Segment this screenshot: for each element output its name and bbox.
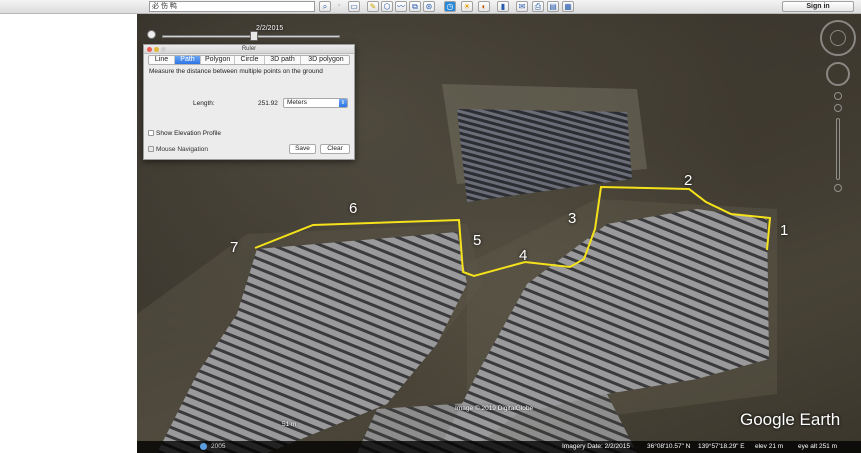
print-icon[interactable]: ⎙ [532, 1, 544, 12]
length-label: Length: [193, 100, 215, 107]
timeline-slider-thumb[interactable] [250, 31, 258, 41]
zoom-slider[interactable] [836, 118, 840, 180]
scale-bar-label: 51 m [282, 421, 297, 428]
path-label-1: 1 [780, 222, 789, 239]
tab-polygon[interactable]: Polygon [201, 56, 235, 64]
historical-year: 2005 [200, 441, 225, 453]
google-earth-logo: Google Earth [740, 410, 841, 429]
tab-line[interactable]: Line [149, 56, 175, 64]
search-icon[interactable]: ⌕ [319, 1, 331, 12]
mouse-navigation-checkbox[interactable] [148, 146, 154, 153]
street-view-icon[interactable] [834, 92, 842, 100]
save-button[interactable]: Save [289, 144, 316, 154]
unit-select-value: Meters [287, 99, 307, 106]
zoom-in-icon[interactable] [834, 104, 842, 112]
mouse-navigation-label: Mouse Navigation [156, 146, 209, 153]
close-icon[interactable] [147, 47, 152, 52]
longitude: 139°57'18.29" E [698, 443, 745, 450]
mouse-navigation-row[interactable]: Mouse Navigation [148, 146, 208, 153]
sidebar-icon[interactable]: ▭ [348, 1, 360, 12]
sun-icon[interactable]: ☀ [461, 1, 473, 12]
ruler-title: Ruler [241, 46, 257, 52]
elevation: elev 21 m [755, 443, 784, 450]
polygon-icon[interactable]: ⬡ [381, 1, 393, 12]
path-label-4: 4 [519, 247, 528, 264]
toolbar: 必 伤 鸭 ⌕ ⋅ ▭ ✎ ⬡ 〰 ⧉ ⊛ ◷ ☀ ◐ ▮ ✉ ⎙ ▤ ▦ Si… [0, 0, 861, 14]
tour-icon[interactable]: ⊛ [423, 1, 435, 12]
tab-3d-polygon[interactable]: 3D polygon [301, 56, 351, 64]
show-elevation-row[interactable]: Show Elevation Profile [148, 130, 221, 137]
zoom-out-icon[interactable] [834, 184, 842, 192]
ruler-description: Measure the distance between multiple po… [149, 68, 323, 75]
ruler-dialog: Ruler Line Path Polygon Circle 3D path 3… [143, 44, 355, 160]
save-image-icon[interactable]: ▤ [547, 1, 559, 12]
length-row: Length: 251.92 Meters ⇕ [144, 98, 354, 110]
historical-year-label: 2005 [211, 443, 226, 450]
path-label-6: 6 [349, 200, 358, 217]
eye-altitude: eye alt 251 m [798, 443, 838, 450]
unit-select[interactable]: Meters ⇕ [283, 98, 348, 108]
minimize-icon[interactable] [154, 47, 159, 52]
separator-icon: ⋅ [337, 1, 341, 10]
email-icon[interactable]: ✉ [516, 1, 528, 12]
search-input[interactable]: 必 伤 鸭 [149, 1, 315, 12]
ruler-icon[interactable]: ▮ [497, 1, 509, 12]
sign-in-button[interactable]: Sign in [782, 1, 854, 12]
status-bar: Imagery Date: 2/2/2015 36°08'10.57" N 13… [137, 441, 861, 453]
path-label-5: 5 [473, 232, 482, 249]
history-icon[interactable]: ◷ [444, 1, 456, 12]
placemark-icon[interactable]: ✎ [367, 1, 379, 12]
planets-icon[interactable]: ◐ [478, 1, 490, 12]
path-label-7: 7 [230, 239, 239, 256]
length-value: 251.92 [258, 100, 278, 107]
compass-icon[interactable] [830, 30, 846, 46]
globe-icon [200, 442, 207, 450]
clear-button[interactable]: Clear [320, 144, 350, 154]
tab-circle[interactable]: Circle [235, 56, 265, 64]
zoom-window-icon[interactable] [161, 47, 166, 52]
path-label-2: 2 [684, 172, 693, 189]
left-sidebar-blank [0, 14, 137, 453]
maps-icon[interactable]: ▦ [562, 1, 574, 12]
move-control[interactable] [826, 62, 850, 86]
timeline-settings-icon[interactable] [147, 30, 156, 39]
tab-3d-path[interactable]: 3D path [265, 56, 301, 64]
imagery-copyright: Image © 2019 DigitalGlobe [455, 405, 534, 412]
path-icon[interactable]: 〰 [395, 1, 407, 12]
overlay-icon[interactable]: ⧉ [409, 1, 421, 12]
ruler-title-bar[interactable]: Ruler [144, 45, 354, 54]
timeline-date: 2/2/2015 [256, 25, 284, 32]
path-label-3: 3 [568, 210, 577, 227]
show-elevation-label: Show Elevation Profile [156, 130, 222, 137]
imagery-date: Imagery Date: 2/2/2015 [562, 443, 630, 450]
ruler-tabs: Line Path Polygon Circle 3D path 3D poly… [148, 55, 350, 65]
show-elevation-checkbox[interactable] [148, 130, 154, 137]
tab-path[interactable]: Path [175, 56, 201, 64]
chevron-updown-icon: ⇕ [339, 99, 347, 107]
latitude: 36°08'10.57" N [647, 443, 691, 450]
